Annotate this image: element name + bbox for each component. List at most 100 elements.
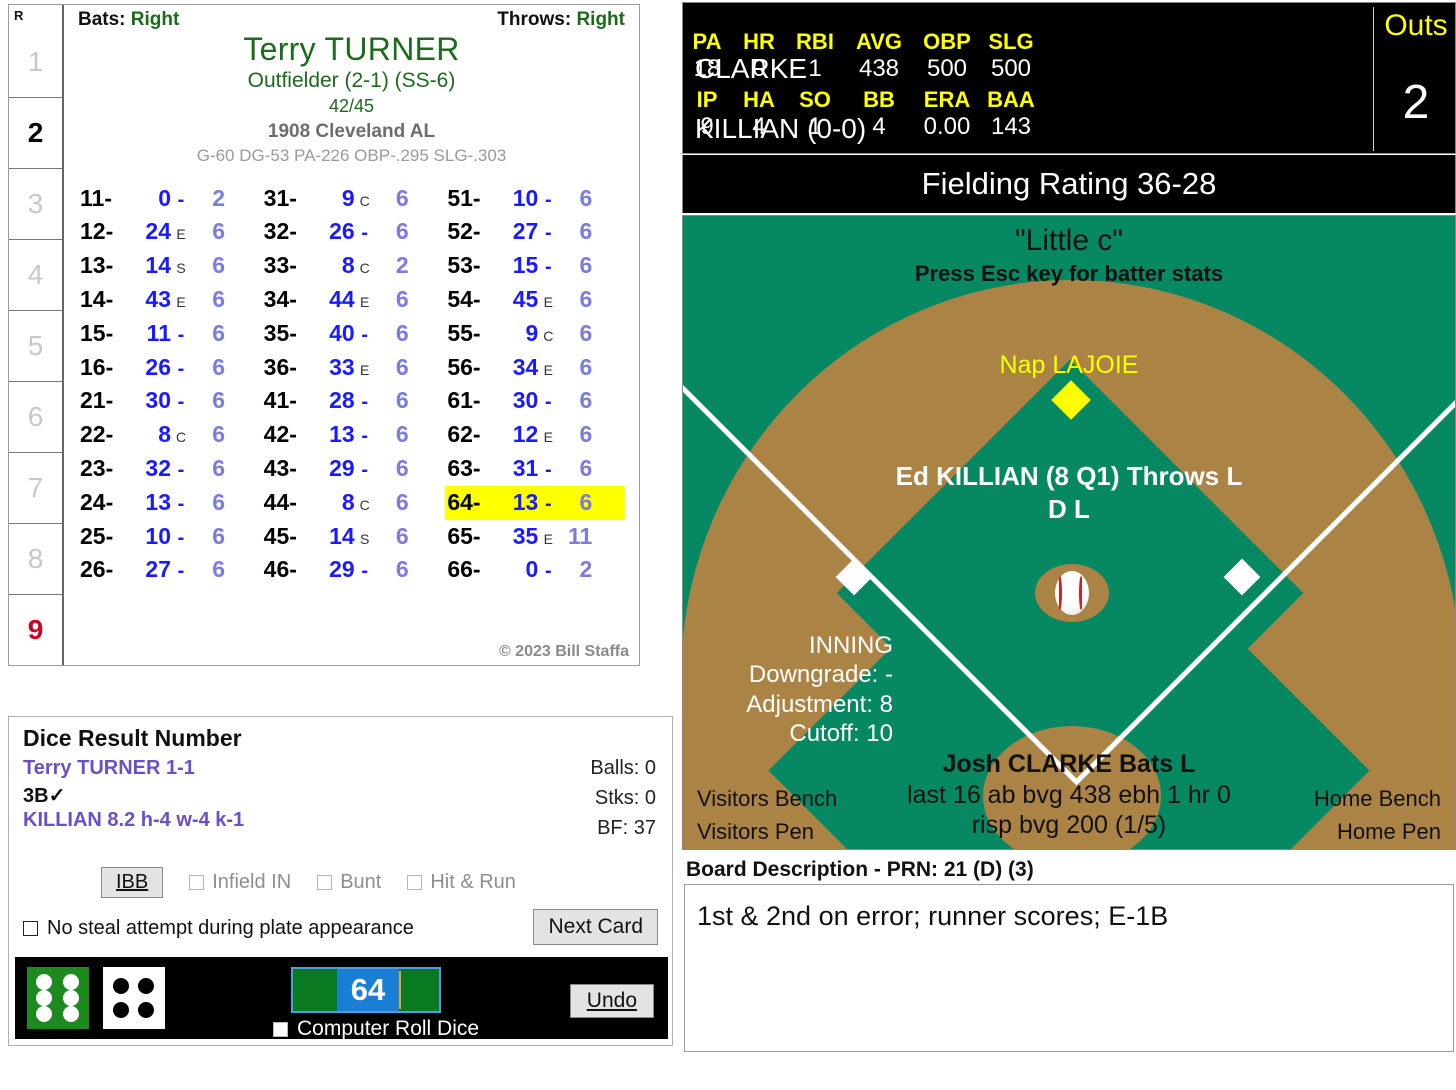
- inning-cell-8[interactable]: 8: [9, 523, 62, 594]
- dice-result-row[interactable]: 41- 28- 6: [262, 384, 442, 418]
- dice-result-count: 6: [579, 252, 593, 279]
- dice-result-row[interactable]: 25- 10- 6: [78, 520, 258, 554]
- dice-result-row[interactable]: 24- 13- 6: [78, 486, 258, 520]
- hit-and-run-checkbox[interactable]: Hit & Run: [407, 871, 516, 894]
- checkbox-box-icon: [407, 875, 423, 890]
- baseball-field[interactable]: "Little c" Press Esc key for batter stat…: [682, 215, 1456, 850]
- dice-roll-key: 34-: [263, 285, 297, 312]
- dice-roll-key: 52-: [447, 218, 481, 245]
- inning-cell-6[interactable]: 6: [9, 381, 62, 452]
- fielding-rating-banner: Fielding Rating 36-28: [682, 155, 1456, 213]
- dice-result-row[interactable]: 32- 26- 6: [262, 215, 442, 249]
- dice-result-row[interactable]: 52- 27- 6: [445, 215, 625, 249]
- dice-result-row[interactable]: 65- 35 E 11: [445, 520, 625, 554]
- dice-result-row[interactable]: 16- 26- 6: [78, 351, 258, 385]
- inning-cell-2[interactable]: 2: [9, 97, 62, 168]
- next-card-button[interactable]: Next Card: [533, 909, 658, 945]
- visitors-pen-link[interactable]: Visitors Pen: [697, 819, 814, 845]
- no-steal-checkbox[interactable]: No steal attempt during plate appearance: [23, 917, 414, 940]
- dice-roll-key: 11-: [80, 184, 112, 211]
- dice-result-row[interactable]: 64- 13- 6: [445, 485, 626, 520]
- inning-cell-3[interactable]: 3: [9, 168, 62, 239]
- dice-result-row[interactable]: 66- 0- 2: [445, 553, 625, 587]
- dice-result-row[interactable]: 53- 15- 6: [445, 249, 625, 283]
- outs-label: Outs: [1384, 9, 1448, 42]
- inning-cell-7[interactable]: 7: [9, 452, 62, 523]
- dice-roll-key: 51-: [447, 184, 481, 211]
- inning-cell-1[interactable]: 1: [9, 27, 62, 97]
- undo-button[interactable]: Undo: [569, 984, 654, 1018]
- pitcher-stat-header-so: SO: [799, 87, 831, 112]
- die-green[interactable]: [27, 967, 89, 1029]
- balls-count: Balls: 0: [590, 757, 656, 779]
- dice-result-flag: -: [545, 560, 552, 583]
- dice-result-row[interactable]: 36- 33 E 6: [262, 351, 442, 385]
- pitcher-line[interactable]: Ed KILLIAN (8 Q1) Throws L: [683, 461, 1455, 492]
- bunt-label: Bunt: [340, 871, 382, 893]
- dice-result-row[interactable]: 33- 8 C 2: [262, 249, 442, 283]
- infield-in-checkbox[interactable]: Infield IN: [189, 871, 291, 894]
- dice-result-row[interactable]: 42- 13- 6: [262, 418, 442, 452]
- home-pen-link[interactable]: Home Pen: [1337, 819, 1441, 845]
- dice-result-count: 6: [395, 387, 409, 414]
- dice-result-row[interactable]: 14- 43 E 6: [78, 283, 258, 317]
- batter-stat-value-hr: 0: [752, 55, 766, 82]
- dice-result-count: 6: [212, 218, 225, 245]
- downgrade-value: Downgrade: -: [748, 661, 893, 689]
- dice-result-row[interactable]: 35- 40- 6: [262, 317, 442, 351]
- batter-stat-value-pa: 18: [693, 55, 721, 82]
- dice-result-row[interactable]: 62- 12 E 6: [445, 418, 625, 452]
- dice-result-row[interactable]: 56- 34 E 6: [445, 351, 625, 385]
- dice-result-count: 2: [212, 184, 225, 211]
- dice-result-row[interactable]: 55- 9 C 6: [445, 317, 625, 351]
- dice-result-row[interactable]: 54- 45 E 6: [445, 283, 625, 317]
- dice-roll-key: 12-: [80, 218, 114, 245]
- dice-result-row[interactable]: 44- 8 C 6: [262, 486, 442, 520]
- dice-result-count: 6: [579, 353, 593, 380]
- dice-result-row[interactable]: 51- 10- 6: [445, 182, 625, 216]
- dice-result-row[interactable]: 46- 29- 6: [262, 553, 442, 587]
- scoreboard: CLARKE KILLIAN (0-0) PA HR RBI AVG OBP SLG 18 0…: [682, 2, 1456, 154]
- batter-stat-header-slg: SLG: [988, 29, 1034, 54]
- inning-cell-5[interactable]: 5: [9, 310, 62, 381]
- dice-result-row[interactable]: 21- 30- 6: [78, 384, 258, 418]
- dice-result-row[interactable]: 12- 24 E 6: [78, 215, 258, 249]
- dice-result-row[interactable]: 11- 0- 2: [78, 182, 258, 216]
- home-bench-link[interactable]: Home Bench: [1314, 786, 1441, 812]
- checkbox-box-icon: [273, 1021, 288, 1037]
- dice-result-flag: -: [177, 357, 185, 380]
- dice-result-row[interactable]: 43- 29- 6: [262, 452, 442, 486]
- batter-stat-value-avg: 438: [858, 55, 900, 82]
- dice-result-number: 44: [329, 285, 355, 312]
- computer-roll-dice-checkbox[interactable]: Computer Roll Dice: [273, 1017, 479, 1041]
- dice-result-count: 6: [212, 454, 225, 481]
- dice-result-row[interactable]: 63- 31- 6: [445, 452, 625, 486]
- dice-result-row[interactable]: 34- 44 E 6: [262, 283, 442, 317]
- dice-result-row[interactable]: 61- 30- 6: [445, 384, 625, 418]
- dice-result-count: 6: [212, 353, 225, 380]
- inning-cell-9[interactable]: 9: [9, 594, 62, 665]
- bunt-checkbox[interactable]: Bunt: [317, 871, 381, 894]
- die-white[interactable]: [103, 967, 165, 1029]
- dice-result-number: 29: [329, 556, 355, 583]
- dice-result-number: 8: [341, 488, 355, 515]
- dice-result-flag: -: [177, 188, 185, 211]
- dice-result-number: 32: [145, 454, 171, 481]
- dice-result-row[interactable]: 15- 11- 6: [78, 317, 258, 351]
- dice-roll-key: 22-: [80, 421, 114, 448]
- adjustment-value: Adjustment: 8: [746, 690, 893, 718]
- dice-result-row[interactable]: 45- 14 S 6: [262, 520, 442, 554]
- roll-value-field[interactable]: 64: [291, 967, 441, 1013]
- dice-result-row[interactable]: 22- 8 C 6: [78, 418, 258, 452]
- dice-result-row[interactable]: 23- 32- 6: [78, 452, 258, 486]
- dice-result-row[interactable]: 26- 27- 6: [78, 553, 258, 587]
- visitors-bench-link[interactable]: Visitors Bench: [697, 786, 837, 812]
- scoreboard-stats: CLARKE KILLIAN (0-0) PA HR RBI AVG OBP SLG 18 0…: [693, 3, 1295, 153]
- dice-result-row[interactable]: 31- 9 C 6: [262, 182, 442, 216]
- checkbox-box-icon: [317, 875, 333, 890]
- dice-result-row[interactable]: 13- 14 S 6: [78, 249, 258, 283]
- inning-cell-4[interactable]: 4: [9, 239, 62, 310]
- dice-result-flag: C: [359, 192, 370, 209]
- dice-roll-key: 14-: [80, 285, 114, 312]
- ibb-button[interactable]: IBB: [101, 867, 164, 898]
